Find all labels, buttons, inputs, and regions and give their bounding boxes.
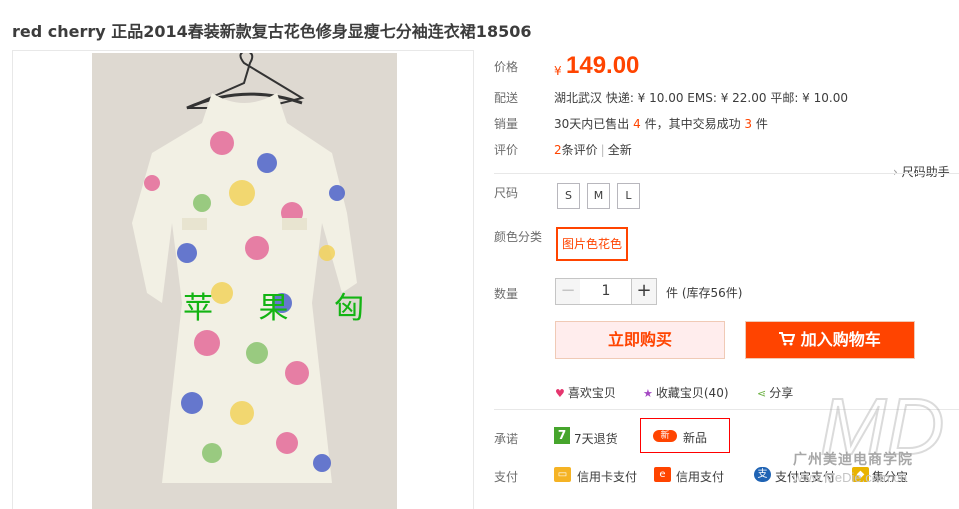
add-to-cart-button[interactable]: 加入购物车 <box>745 321 915 359</box>
dress-illustration <box>92 53 397 509</box>
pay-label: 支付 <box>494 470 519 484</box>
share-action[interactable]: ⋖ 分享 <box>757 384 793 401</box>
credit-pay: 信用支付 <box>676 470 725 484</box>
share-icon: ⋖ <box>757 387 767 400</box>
review-count-text[interactable]: 条评价 <box>562 143 598 157</box>
sales-label: 销量 <box>494 117 519 131</box>
quantity-input[interactable]: 1 <box>580 278 632 305</box>
promise-label: 承诺 <box>494 432 519 446</box>
size-option-m[interactable]: M <box>587 183 610 209</box>
sales-success-count: 3 <box>744 117 753 131</box>
product-image-frame: 苹 果 匈 <box>12 50 474 509</box>
quantity-decrement-button[interactable]: − <box>555 278 581 305</box>
reviews-info: 2条评价 | 全新 <box>554 141 632 158</box>
quantity-increment-button[interactable]: + <box>631 278 657 305</box>
chevron-right-icon: › <box>893 165 902 179</box>
product-title: red cherry 正品2014春装新款复古花色修身显瘦七分袖连衣裙18506 <box>12 22 532 41</box>
credit-card-pay: 信用卡支付 <box>577 470 638 484</box>
alipay-icon: 支 <box>754 467 771 482</box>
like-action[interactable]: ♥ 喜欢宝贝 <box>555 384 616 401</box>
review-separator: | <box>600 143 605 157</box>
size-helper-link[interactable]: › 尺码助手 <box>893 163 950 180</box>
review-count[interactable]: 2 <box>554 143 562 157</box>
new-icon: 新 <box>653 430 677 442</box>
image-watermark: 苹 果 匈 <box>183 291 383 326</box>
sales-sold-count: 4 <box>633 117 641 131</box>
sales-suffix: 件 <box>755 117 768 131</box>
site-watermark-url: www.MeDie.com.cn <box>793 470 908 485</box>
shipping-label: 配送 <box>494 91 519 105</box>
site-watermark-name: 广州美迪电商学院 <box>793 452 913 468</box>
stock-info: 件 (库存56件) <box>666 286 743 300</box>
sales-prefix: 30天内已售出 <box>554 117 630 131</box>
new-product-badge[interactable]: 新 新品 <box>640 418 730 453</box>
reviews-label: 评价 <box>494 143 519 157</box>
sales-mid: 件，其中交易成功 <box>644 117 741 131</box>
color-option-selected[interactable]: 图片色花色 <box>556 227 628 261</box>
sales-info: 30天内已售出 4 件，其中交易成功 3 件 <box>554 115 768 132</box>
price-currency: ¥ <box>554 64 562 78</box>
credit-card-icon: ▭ <box>554 467 571 482</box>
color-label: 颜色分类 <box>494 230 543 244</box>
favorite-action[interactable]: ★ 收藏宝贝(40) <box>643 384 729 401</box>
size-option-s[interactable]: S <box>557 183 580 209</box>
cart-icon <box>779 330 801 349</box>
price-value: 149.00 <box>566 52 640 79</box>
condition-new: 全新 <box>607 143 632 157</box>
buy-now-button[interactable]: 立即购买 <box>555 321 725 359</box>
seven-day-return-text[interactable]: 7天退货 <box>574 430 618 447</box>
size-option-l[interactable]: L <box>617 183 640 209</box>
price-label: 价格 <box>494 60 519 74</box>
seven-day-return-icon: 7 <box>554 427 570 444</box>
shipping-info: 湖北武汉 快递: ¥ 10.00 EMS: ¥ 22.00 平邮: ¥ 10.0… <box>554 91 848 105</box>
heart-icon: ♥ <box>555 387 565 400</box>
quantity-label: 数量 <box>494 287 519 301</box>
new-product-text: 新品 <box>683 431 708 445</box>
star-icon: ★ <box>643 387 653 400</box>
product-photo[interactable] <box>92 53 397 509</box>
size-label: 尺码 <box>494 186 519 200</box>
credit-pay-icon: e <box>654 467 671 482</box>
divider <box>494 173 959 174</box>
